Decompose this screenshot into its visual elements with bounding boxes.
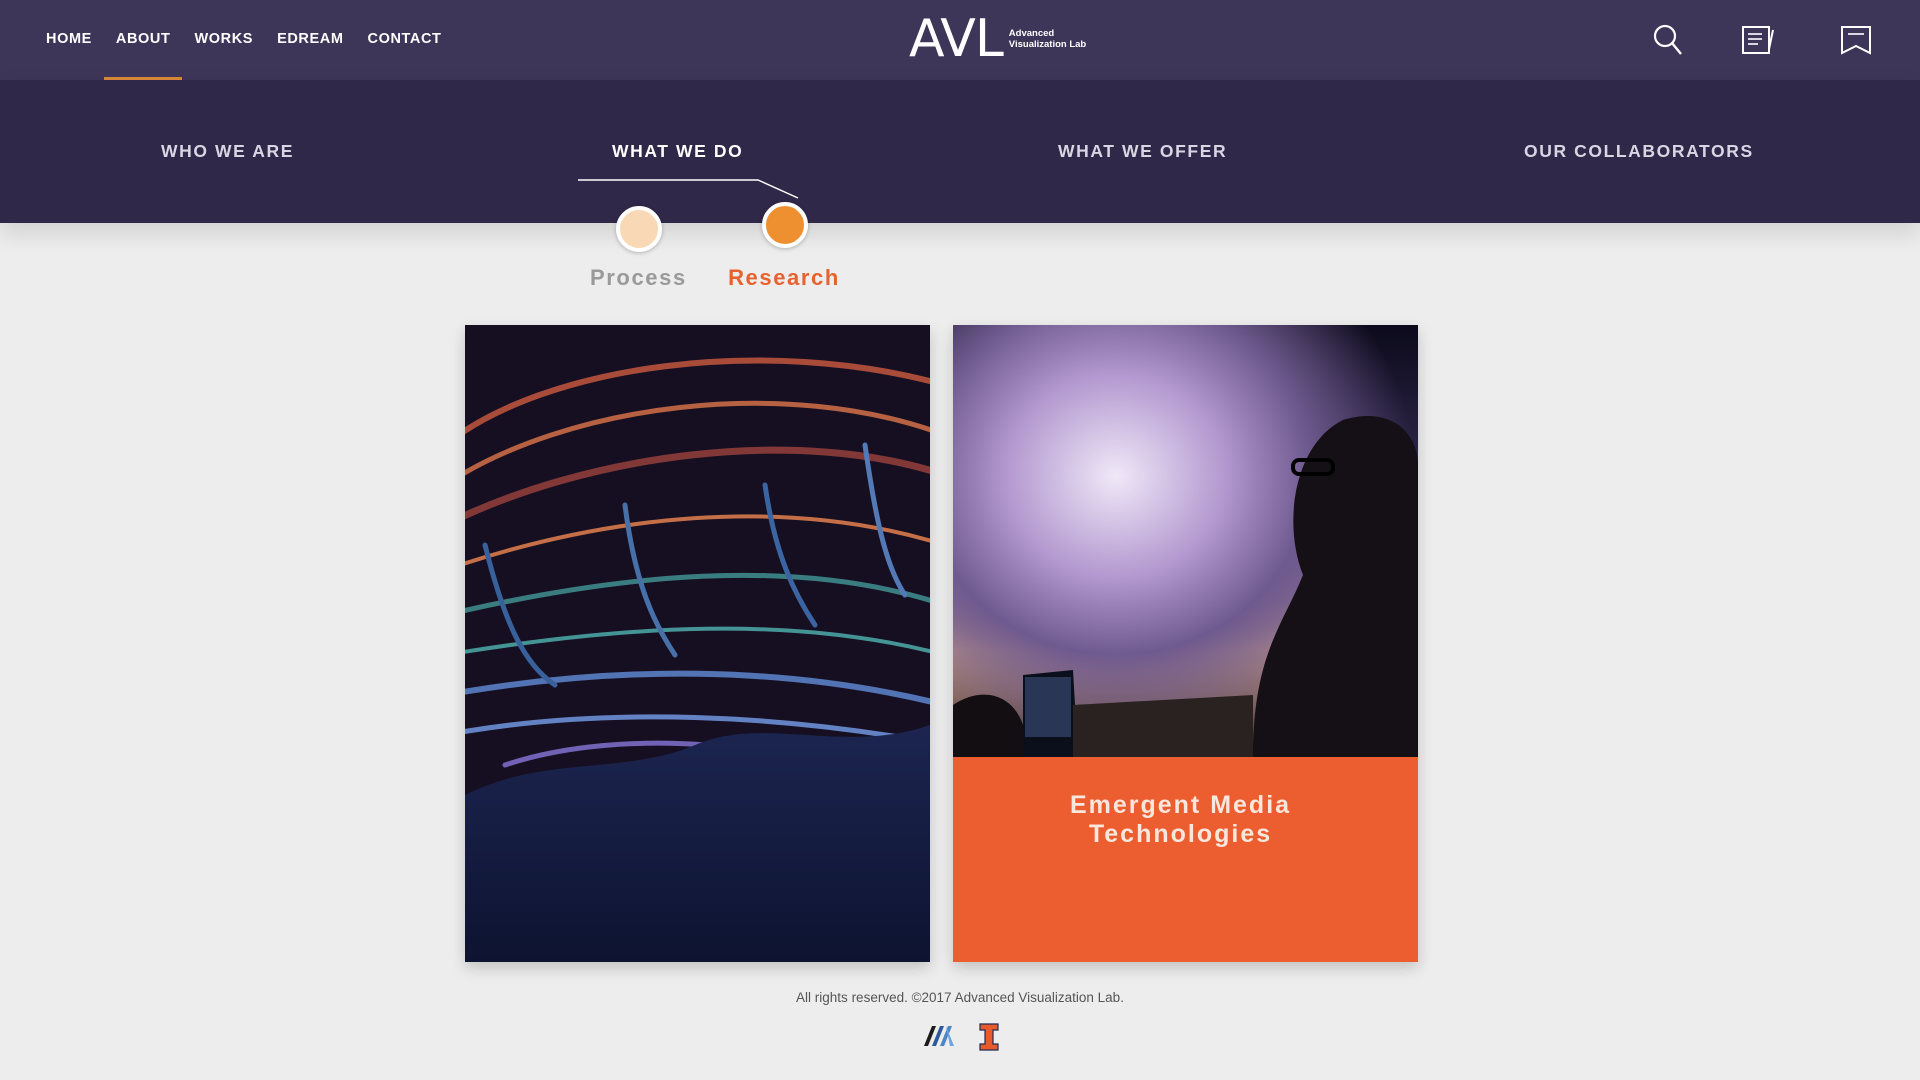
planetarium-viewer-image xyxy=(953,325,1418,757)
top-navigation: HOME ABOUT WORKS EDREAM CONTACT AVL Adva… xyxy=(0,0,1920,80)
copyright-text: All rights reserved. ©2017 Advanced Visu… xyxy=(796,990,1124,1005)
logo-line-2: Visualization Lab xyxy=(1008,39,1087,50)
process-toggle-dot[interactable] xyxy=(616,206,662,252)
research-card-flow-visualization[interactable] xyxy=(465,325,930,962)
search-icon[interactable] xyxy=(1650,22,1686,58)
research-label[interactable]: Research xyxy=(722,265,846,291)
nav-edream[interactable]: EDREAM xyxy=(265,0,355,80)
subnav-who-we-are[interactable]: WHO WE ARE xyxy=(161,141,294,162)
process-label[interactable]: Process xyxy=(590,265,686,291)
nav-works[interactable]: WORKS xyxy=(182,0,265,80)
nav-home[interactable]: HOME xyxy=(34,0,104,80)
ncsa-logo[interactable] xyxy=(922,1022,956,1052)
avl-logo[interactable]: AVL Advanced Visualization Lab xyxy=(909,9,1086,69)
subnav-our-collaborators[interactable]: OUR COLLABORATORS xyxy=(1524,141,1754,162)
emergent-media-title: Emergent Media Technologies xyxy=(1069,791,1292,848)
active-subnav-indicator xyxy=(578,179,799,199)
bookmark-icon[interactable] xyxy=(1838,22,1874,58)
logo-text: Advanced Visualization Lab xyxy=(1009,28,1086,50)
about-subnav: WHO WE ARE WHAT WE DO WHAT WE OFFER OUR … xyxy=(0,80,1920,223)
illinois-logo[interactable] xyxy=(972,1022,1006,1052)
logo-mark: AVL xyxy=(909,9,1004,69)
logo-line-1: Advanced xyxy=(1008,28,1055,39)
subnav-what-we-offer[interactable]: WHAT WE OFFER xyxy=(1058,141,1227,162)
nav-contact[interactable]: CONTACT xyxy=(356,0,454,80)
notes-icon[interactable] xyxy=(1740,22,1776,58)
research-toggle-dot[interactable] xyxy=(762,202,808,248)
flow-visualization-image xyxy=(465,325,930,962)
research-card-emergent-media[interactable]: Emergent Media Technologies xyxy=(953,325,1418,962)
nav-about[interactable]: ABOUT xyxy=(103,0,183,80)
subnav-what-we-do[interactable]: WHAT WE DO xyxy=(612,141,743,162)
main-menu: HOME ABOUT WORKS EDREAM CONTACT xyxy=(34,0,454,80)
